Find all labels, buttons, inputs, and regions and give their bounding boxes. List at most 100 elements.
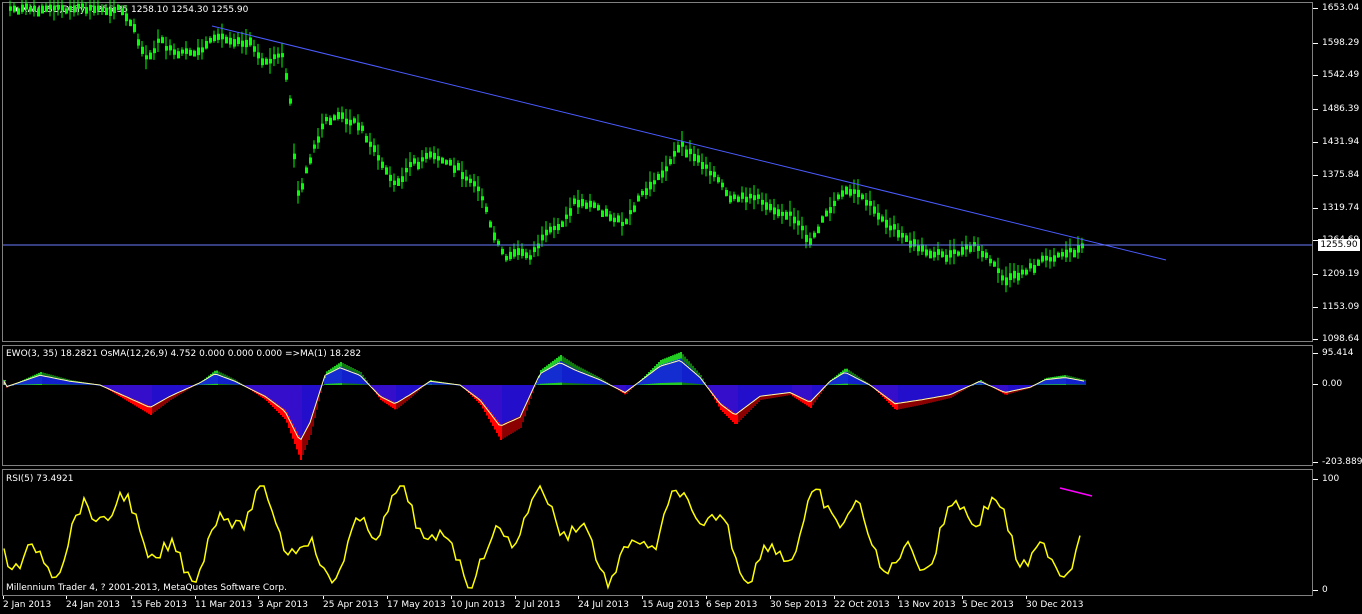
- osma-bar: [402, 385, 404, 399]
- osma-bar: [150, 385, 152, 407]
- osma-bar: [380, 385, 382, 396]
- osma-bar: [108, 385, 110, 389]
- candle-body: [17, 8, 20, 15]
- candle-body: [749, 193, 752, 199]
- trendline[interactable]: [211, 25, 1167, 261]
- candle-body: [329, 117, 332, 126]
- osma-bar: [806, 385, 808, 400]
- candle-body: [565, 214, 568, 219]
- candle-body: [633, 205, 636, 212]
- osma-bar: [502, 385, 504, 424]
- osma-bar: [616, 385, 618, 388]
- candle-body: [573, 198, 576, 205]
- candle-body: [197, 47, 200, 56]
- osma-bar: [876, 385, 878, 390]
- candle-body: [357, 122, 360, 131]
- candle-body: [217, 33, 220, 40]
- osma-bar: [164, 385, 166, 400]
- osma-bar: [478, 385, 480, 398]
- candle-body: [925, 249, 928, 256]
- osma-bar: [716, 385, 718, 398]
- osma-bar: [544, 370, 546, 384]
- candle-body: [641, 190, 644, 196]
- candle-body: [429, 151, 432, 158]
- osma-bar: [954, 385, 956, 393]
- osma-bar: [722, 385, 724, 405]
- osma-bar: [928, 385, 930, 399]
- candle-body: [561, 221, 564, 228]
- osma-bar: [882, 385, 884, 394]
- osma-bar: [942, 385, 944, 396]
- candle-body: [49, 4, 52, 10]
- candle-body: [533, 247, 536, 253]
- osma-bar: [670, 361, 672, 383]
- candle-body: [333, 115, 336, 121]
- rsi-line: [3, 484, 1081, 590]
- rsi-divergence-line[interactable]: [1059, 487, 1093, 497]
- candle-body: [37, 8, 40, 17]
- candle-body: [1037, 259, 1040, 266]
- osma-bar: [512, 385, 514, 420]
- osma-bar: [564, 363, 566, 383]
- candle-body: [141, 46, 144, 54]
- candle-body: [765, 202, 768, 210]
- osma-bar: [1012, 385, 1014, 391]
- candle-body: [29, 7, 32, 12]
- osma-bar: [936, 385, 938, 397]
- osma-bar: [404, 385, 406, 398]
- candle-body: [1053, 255, 1056, 262]
- candle-body: [273, 54, 276, 60]
- candle-body: [173, 49, 176, 55]
- candle-body: [1009, 273, 1012, 281]
- osma-bar: [650, 373, 652, 384]
- candle-body: [33, 5, 36, 11]
- candle-body: [73, 5, 76, 13]
- osma-bar: [332, 370, 334, 384]
- candle-body: [721, 182, 724, 188]
- osma-bar: [898, 385, 900, 403]
- candle-body: [453, 165, 456, 173]
- osma-bar: [406, 385, 408, 397]
- candle-body: [541, 234, 544, 241]
- candle-body: [513, 249, 516, 257]
- osma-bar: [738, 385, 740, 412]
- candle-body: [245, 39, 248, 48]
- osma-bar: [492, 385, 494, 415]
- candle-body: [65, 8, 68, 14]
- osma-bar: [178, 385, 180, 393]
- chart-plot-layer: [3, 0, 1312, 590]
- candle-body: [773, 207, 776, 215]
- candle-body: [769, 203, 772, 211]
- candle-body: [89, 4, 92, 11]
- candle-body: [649, 181, 652, 190]
- osma-bar: [800, 385, 802, 397]
- osma-bar: [782, 385, 784, 394]
- osma-bar: [1004, 385, 1006, 392]
- candle-body: [629, 210, 632, 215]
- candle-body: [885, 219, 888, 228]
- osma-bar: [266, 385, 268, 397]
- osma-bar: [306, 385, 308, 429]
- candle-body: [381, 161, 384, 168]
- candle-body: [477, 186, 480, 192]
- osma-bar: [760, 385, 762, 396]
- osma-bar: [392, 385, 394, 402]
- candle-body: [657, 173, 660, 180]
- candle-body: [665, 166, 668, 172]
- osma-bar: [1084, 380, 1086, 385]
- candle-body: [265, 58, 268, 65]
- osma-bar: [932, 385, 934, 398]
- osma-bar: [652, 371, 654, 384]
- osma-bar: [1016, 385, 1018, 390]
- osma-bar: [116, 385, 118, 392]
- osma-bar: [170, 385, 172, 396]
- osma-bar: [796, 385, 798, 396]
- osma-bar: [890, 385, 892, 400]
- candle-body: [425, 152, 428, 159]
- osma-bar: [286, 385, 288, 413]
- osma-bar: [948, 385, 950, 395]
- osma-bar: [488, 385, 490, 410]
- candle-body: [325, 117, 328, 122]
- candle-body: [957, 251, 960, 256]
- candle-body: [1065, 249, 1068, 258]
